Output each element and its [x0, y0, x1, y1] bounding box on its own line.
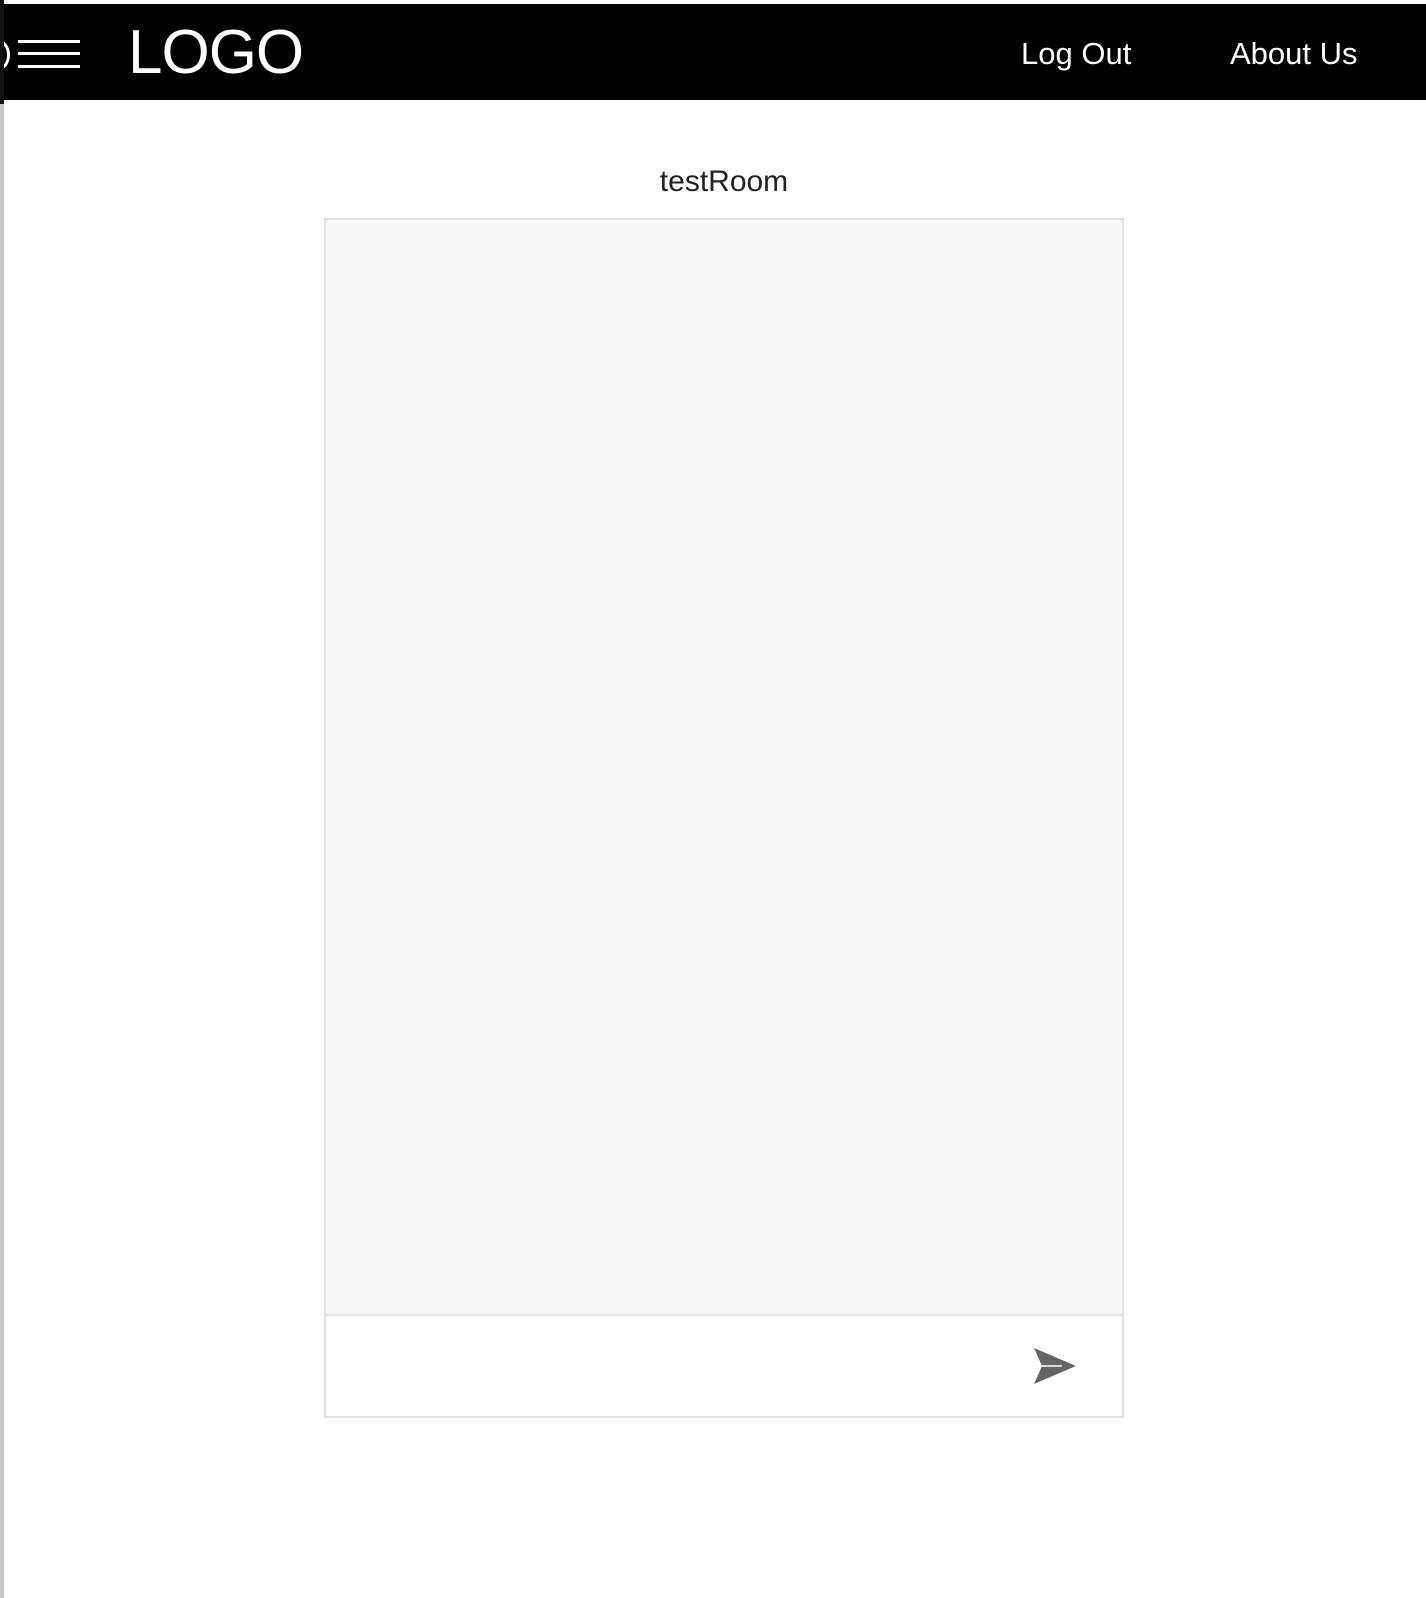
- window-left-edge-dark: [0, 0, 4, 104]
- nav-link-about-us[interactable]: About Us: [1230, 34, 1358, 74]
- top-navbar: LOGO Log Out About Us: [0, 4, 1426, 100]
- hamburger-line: [18, 40, 80, 43]
- message-list[interactable]: [326, 220, 1122, 1316]
- message-composer: [326, 1316, 1122, 1416]
- nav-link-log-out[interactable]: Log Out: [1021, 34, 1131, 74]
- message-input[interactable]: [346, 1336, 1010, 1398]
- hamburger-line: [18, 65, 80, 68]
- hamburger-line: [18, 52, 80, 55]
- window-left-edge: [0, 0, 4, 1598]
- send-button[interactable]: [1032, 1344, 1078, 1388]
- hamburger-menu-icon[interactable]: [18, 34, 80, 70]
- chat-panel: [324, 218, 1124, 1418]
- send-paper-plane-icon: [1034, 1348, 1076, 1384]
- room-title: testRoom: [659, 165, 789, 198]
- site-logo[interactable]: LOGO: [128, 18, 304, 88]
